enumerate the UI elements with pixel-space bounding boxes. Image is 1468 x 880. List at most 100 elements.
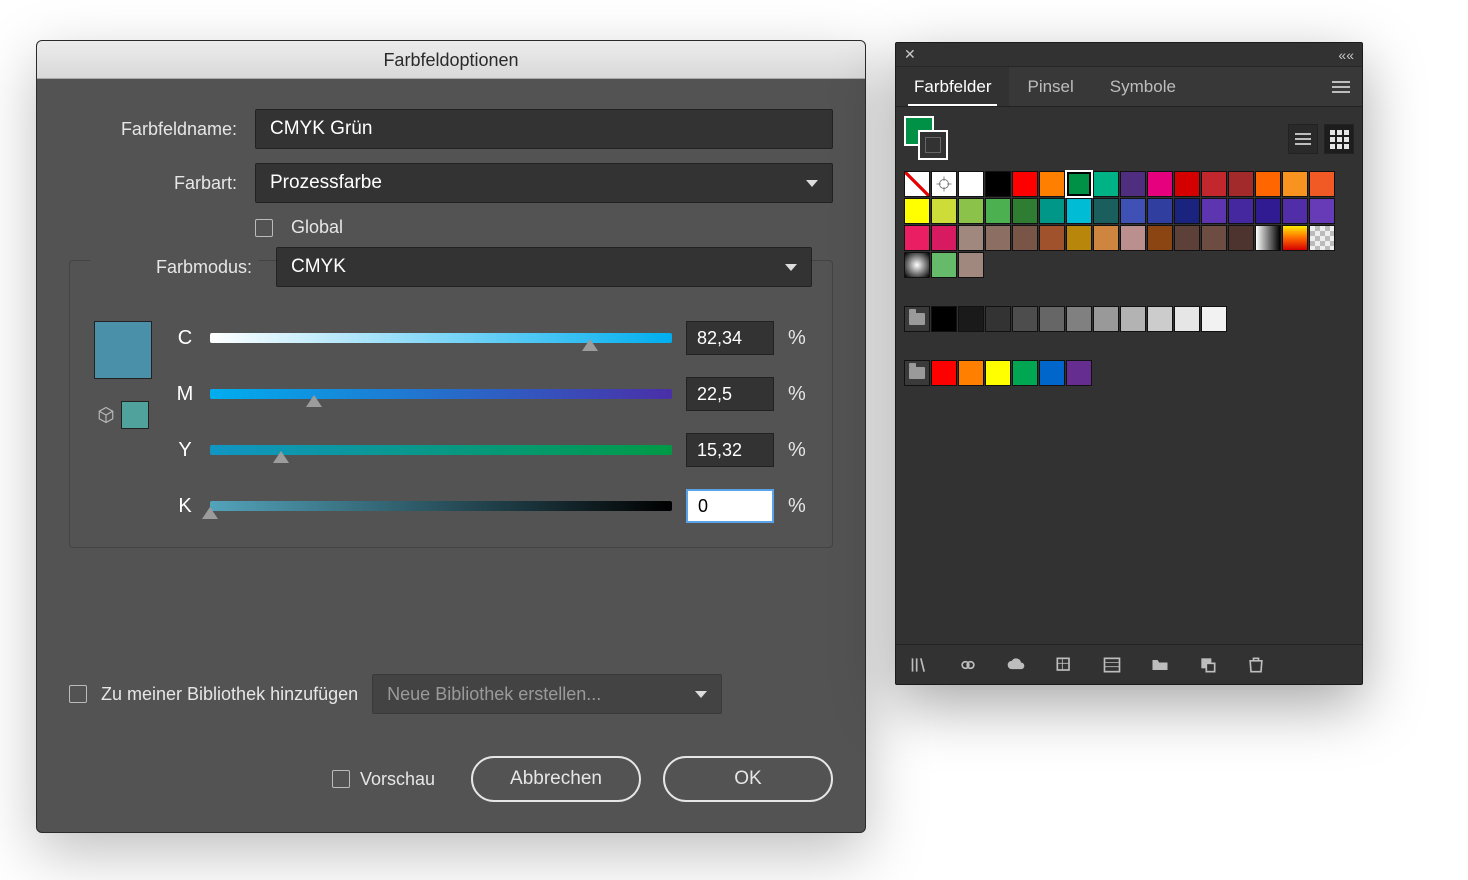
- swatch[interactable]: [985, 360, 1011, 386]
- grid-view-button[interactable]: [1324, 124, 1354, 154]
- swatch[interactable]: [1201, 225, 1227, 251]
- cancel-button[interactable]: Abbrechen: [471, 756, 641, 802]
- swatch-group-folder[interactable]: [904, 360, 930, 386]
- swatch[interactable]: [1147, 225, 1173, 251]
- swatch[interactable]: [1309, 198, 1335, 224]
- swatch[interactable]: [958, 252, 984, 278]
- add-to-library-checkbox[interactable]: [69, 685, 87, 703]
- swatch[interactable]: [1039, 198, 1065, 224]
- y-slider[interactable]: [210, 445, 672, 455]
- swatch[interactable]: [1093, 171, 1119, 197]
- swatch[interactable]: [1120, 198, 1146, 224]
- swatch[interactable]: [1039, 225, 1065, 251]
- swatch[interactable]: [1120, 225, 1146, 251]
- swatch[interactable]: [985, 198, 1011, 224]
- swatch[interactable]: [1066, 198, 1092, 224]
- list-icon[interactable]: [1102, 655, 1122, 675]
- swatch-none[interactable]: [904, 171, 930, 197]
- swatch[interactable]: [1201, 171, 1227, 197]
- swatch[interactable]: [958, 225, 984, 251]
- preview-checkbox[interactable]: [332, 770, 350, 788]
- tab-brushes[interactable]: Pinsel: [1009, 67, 1091, 106]
- swatch[interactable]: [1282, 225, 1308, 251]
- swatch[interactable]: [1174, 225, 1200, 251]
- swatch[interactable]: [1174, 306, 1200, 332]
- swatch[interactable]: [1012, 360, 1038, 386]
- swatch[interactable]: [1120, 171, 1146, 197]
- cloud-icon[interactable]: [1006, 655, 1026, 675]
- swatch[interactable]: [1282, 171, 1308, 197]
- swatch[interactable]: [904, 225, 930, 251]
- swatch[interactable]: [1282, 198, 1308, 224]
- swatch[interactable]: [1255, 225, 1281, 251]
- swatch[interactable]: [1120, 306, 1146, 332]
- y-value-input[interactable]: [686, 433, 774, 467]
- swatch[interactable]: [1228, 198, 1254, 224]
- swatch[interactable]: [1255, 171, 1281, 197]
- c-slider[interactable]: [210, 333, 672, 343]
- swatch[interactable]: [1066, 360, 1092, 386]
- fill-stroke-indicator[interactable]: [904, 116, 950, 162]
- swatch[interactable]: [1255, 198, 1281, 224]
- stroke-color-box[interactable]: [918, 130, 948, 160]
- swatch-options-icon[interactable]: [1054, 655, 1074, 675]
- m-slider[interactable]: [210, 389, 672, 399]
- swatch[interactable]: [1039, 360, 1065, 386]
- swatch-registration[interactable]: [931, 171, 957, 197]
- c-value-input[interactable]: [686, 321, 774, 355]
- close-icon[interactable]: ✕: [904, 46, 916, 63]
- swatch[interactable]: [1039, 171, 1065, 197]
- swatch[interactable]: [1012, 198, 1038, 224]
- swatch-group-folder[interactable]: [904, 306, 930, 332]
- swatch[interactable]: [1147, 306, 1173, 332]
- k-value-input[interactable]: [686, 489, 774, 523]
- swatch[interactable]: [1174, 171, 1200, 197]
- swatch[interactable]: [958, 171, 984, 197]
- tab-swatches[interactable]: Farbfelder: [896, 67, 1009, 106]
- swatch[interactable]: [1066, 171, 1092, 197]
- swatch[interactable]: [985, 306, 1011, 332]
- library-select[interactable]: Neue Bibliothek erstellen...: [372, 674, 722, 714]
- swatch[interactable]: [1147, 198, 1173, 224]
- swatch[interactable]: [931, 225, 957, 251]
- collapse-icon[interactable]: ««: [1338, 47, 1354, 63]
- swatch-name-input[interactable]: [255, 109, 833, 149]
- swatch[interactable]: [1066, 225, 1092, 251]
- swatch[interactable]: [904, 198, 930, 224]
- swatch[interactable]: [1012, 225, 1038, 251]
- color-mode-select[interactable]: CMYK: [276, 247, 812, 287]
- swatch[interactable]: [1012, 171, 1038, 197]
- panel-menu-icon[interactable]: [1320, 67, 1362, 106]
- swatch[interactable]: [1066, 306, 1092, 332]
- swatch[interactable]: [958, 360, 984, 386]
- swatch[interactable]: [1228, 225, 1254, 251]
- swatch[interactable]: [931, 306, 957, 332]
- new-swatch-icon[interactable]: [1198, 655, 1218, 675]
- swatch[interactable]: [1309, 225, 1335, 251]
- swatch[interactable]: [985, 171, 1011, 197]
- swatch[interactable]: [1147, 171, 1173, 197]
- swatch[interactable]: [1309, 171, 1335, 197]
- folder-icon[interactable]: [1150, 655, 1170, 675]
- link-icon[interactable]: [958, 655, 978, 675]
- k-slider[interactable]: [210, 501, 672, 511]
- swatch[interactable]: [1174, 198, 1200, 224]
- swatch[interactable]: [958, 306, 984, 332]
- library-icon[interactable]: [910, 655, 930, 675]
- swatch[interactable]: [931, 198, 957, 224]
- swatch[interactable]: [1228, 171, 1254, 197]
- tab-symbols[interactable]: Symbole: [1092, 67, 1194, 106]
- swatch[interactable]: [1012, 306, 1038, 332]
- m-value-input[interactable]: [686, 377, 774, 411]
- global-checkbox[interactable]: [255, 219, 273, 237]
- color-type-select[interactable]: Prozessfarbe: [255, 163, 833, 203]
- swatch[interactable]: [1093, 225, 1119, 251]
- trash-icon[interactable]: [1246, 655, 1266, 675]
- swatch[interactable]: [985, 225, 1011, 251]
- swatch[interactable]: [1039, 306, 1065, 332]
- swatch[interactable]: [1093, 306, 1119, 332]
- swatch[interactable]: [1093, 198, 1119, 224]
- swatch[interactable]: [931, 360, 957, 386]
- swatch[interactable]: [931, 252, 957, 278]
- ok-button[interactable]: OK: [663, 756, 833, 802]
